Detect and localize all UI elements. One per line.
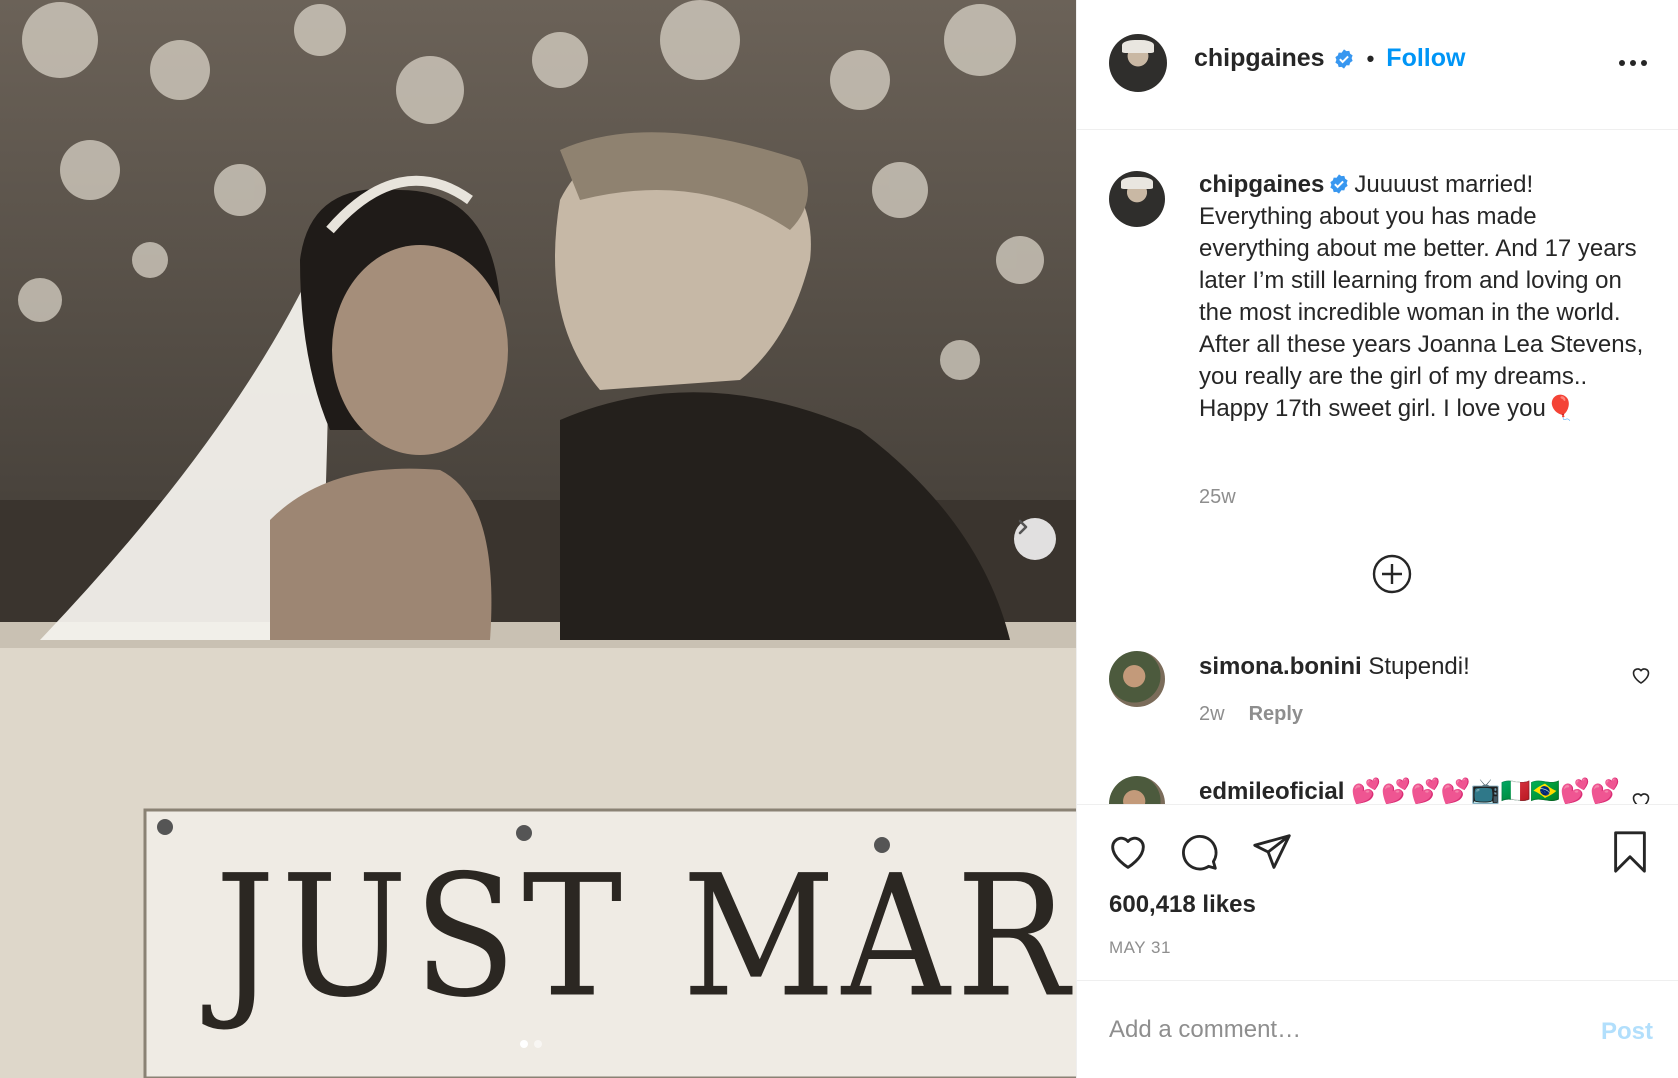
share-icon[interactable] (1249, 829, 1295, 875)
comment-icon[interactable] (1177, 829, 1223, 875)
carousel-indicator (520, 1040, 542, 1048)
reply-button[interactable]: Reply (1249, 703, 1303, 726)
just-married-sign-text: JUST MARRIE (215, 840, 1076, 1035)
caption-text: Juuuust married! Everything about you ha… (1199, 171, 1644, 422)
follow-button[interactable]: Follow (1386, 44, 1465, 73)
caption-author-avatar[interactable] (1109, 171, 1165, 227)
post-header: chipgaines • Follow (1077, 0, 1678, 130)
comment-input[interactable] (1109, 1007, 1549, 1053)
comment-item: edmileoficial 💕💕💕💕📺🇮🇹🇧🇷💕💕 (1077, 776, 1678, 804)
bookmark-icon[interactable] (1607, 829, 1653, 875)
more-options-icon[interactable] (1615, 50, 1651, 76)
comments-scroll-area[interactable]: chipgaines Juuuust married! Everything a… (1077, 131, 1678, 804)
header-user-line: chipgaines • Follow (1194, 44, 1465, 73)
comment-text: Stupendi! (1368, 653, 1470, 680)
caption-timestamp: 25w (1199, 486, 1236, 508)
likes-count[interactable]: 600,418 likes (1109, 891, 1256, 919)
commenter-username[interactable]: simona.bonini (1199, 653, 1362, 680)
commenter-avatar[interactable] (1109, 651, 1165, 707)
post-caption: chipgaines Juuuust married! Everything a… (1199, 169, 1651, 425)
comment-text-line: edmileoficial 💕💕💕💕📺🇮🇹🇧🇷💕💕 (1199, 776, 1621, 804)
comment-like-heart-icon[interactable] (1629, 663, 1653, 687)
author-username[interactable]: chipgaines (1194, 44, 1325, 73)
carousel-dot-active (520, 1040, 528, 1048)
verified-badge-icon (1330, 174, 1348, 194)
post-date: MAY 31 (1109, 938, 1171, 957)
comment-item: simona.bonini Stupendi! 2w Reply (1077, 651, 1678, 761)
carousel-dot (534, 1040, 542, 1048)
commenter-username[interactable]: edmileoficial (1199, 778, 1344, 804)
verified-badge-icon (1334, 48, 1353, 69)
caption-username[interactable]: chipgaines (1199, 171, 1324, 198)
author-avatar[interactable] (1109, 34, 1167, 92)
comment-text: 💕💕💕💕📺🇮🇹🇧🇷💕💕 (1351, 778, 1621, 804)
comment-text-line: simona.bonini Stupendi! (1199, 651, 1619, 683)
post-photo[interactable]: JUST MARRIE (0, 0, 1076, 1078)
add-comment-bar: Post (1077, 980, 1678, 1078)
post-actions: 600,418 likes MAY 31 (1077, 804, 1678, 980)
header-separator: • (1366, 45, 1375, 71)
heart-icon[interactable] (1105, 829, 1151, 875)
comment-age: 2w (1199, 703, 1225, 725)
comment-meta: 2w Reply (1199, 703, 1303, 726)
commenter-avatar[interactable] (1109, 776, 1165, 804)
comment-like-heart-icon[interactable] (1629, 788, 1653, 804)
post-side-panel: chipgaines • Follow chipgaines Juuuust m… (1076, 0, 1678, 1078)
add-circle-icon[interactable] (1371, 553, 1413, 595)
chevron-right-icon (1018, 519, 1028, 535)
post-comment-button[interactable]: Post (1601, 1018, 1653, 1046)
carousel-next-button[interactable] (1014, 518, 1056, 560)
